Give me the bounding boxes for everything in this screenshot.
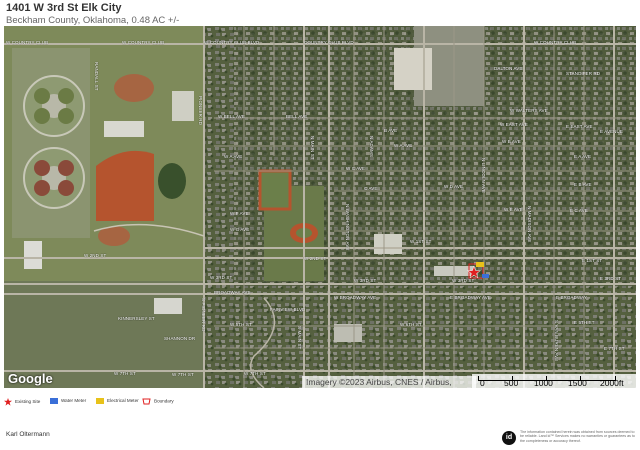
street-label: W COUNTRY CLUB [534,40,577,45]
street-label: W 7TH ST [172,372,194,377]
street-label: W BROADWAY AVE [334,295,377,300]
street-label: N MAIN ST [310,136,315,160]
circular-field-south [23,147,85,209]
scale-label: 1000 [534,378,553,388]
agent-name: Karl Oltermann [6,431,50,438]
street-label: W 2ND ST [304,256,327,261]
street-label: W 5TH ST [230,322,252,327]
satellite-map[interactable]: W COUNTRY CLUB W COUNTRY CLUB W COUNTRY … [4,26,636,388]
legend-label: Electrical Meter [107,398,139,404]
star-icon [4,398,12,406]
imagery-attribution: Imagery ©2023 Airbus, CNES / Airbus, [302,376,476,388]
street-label: W 3RD ST [354,278,377,283]
street-label: RANDALL ST [94,62,99,91]
street-label: W 7TH ST [244,371,266,376]
street-label: W 2ND ST [84,253,107,258]
street-label: W 6TH ST [400,322,422,327]
street-label: W BELL AVE [218,114,246,119]
street-label: W E AVE [504,207,523,212]
street-label: W A AVE [224,154,243,159]
street-label: N WASHINGTON AVE [345,204,350,251]
google-logo: Google [8,371,53,386]
street-label: SHANNON DR [164,336,196,341]
street-label: E 5TH ST [574,320,595,325]
street-label: E 3RD ST [600,276,622,281]
street-label: STANDIFER RD [566,71,601,76]
map-title: 1401 W 3rd St Elk City [6,2,122,14]
land-id-logo: id [502,431,516,445]
street-label: C AVE [364,186,378,191]
street-label: E BROADWAY [556,295,588,300]
street-label: B AVE [384,128,398,133]
street-label: FAIRVIEW BLVD [270,307,306,312]
street-label: E B AVE [574,182,592,187]
street-label: BELL AVE [286,114,308,119]
street-label: W G AVE [230,227,250,232]
legend-item-water-meter: Water Meter [50,398,86,404]
street-label: N ADAMS [369,136,374,157]
street-label: W C AVE [346,166,366,171]
street-label: W 3RD ST [210,275,233,280]
legend-label: Existing Site [15,399,41,405]
water-meter-icon [50,398,58,404]
scale-label: 0 [480,378,485,388]
street-label: DALTON AVE [494,66,523,71]
street-label: COUNTRY CLUB BLVD [304,40,354,45]
street-label: W A AVE [394,143,413,148]
street-label: N LINCOLN AVE [481,158,486,193]
street-label: W F AVE [230,211,249,216]
boundary-icon [142,398,151,405]
street-label: PIONEER RD [198,96,203,126]
legend-label: Water Meter [61,398,87,404]
street-label: W COUNTRY CLUB [122,40,165,45]
street-label: KINNERSLEY ST [118,316,155,321]
street-label: E EAST AVE [566,124,593,129]
legend-item-electrical-meter: Electrical Meter [96,398,139,404]
street-label: W WALTERS AVE [510,108,548,113]
street-label: E A AVE [574,154,592,159]
legend-item-existing-site: Existing Site [4,398,40,406]
legend-item-boundary: Boundary [142,398,174,405]
circular-field-north [23,75,85,137]
street-label: W B AVE [502,139,521,144]
scale-label: 1500 [568,378,587,388]
pond [158,163,186,199]
disclaimer-text: The information contained herein was obt… [520,430,635,443]
street-label: W 1ST ST [410,239,432,244]
street-label: S PIONEER RD [201,298,206,332]
map-header: 1401 W 3rd St Elk City Beckham County, O… [6,2,179,27]
street-label: BROADWAY AVE [214,290,251,295]
street-label: W 3RD ST [452,278,475,283]
street-label: S MAIN ST [297,326,302,350]
street-label: W 7TH ST [114,371,136,376]
scale-label: 2000ft [600,378,624,388]
street-label: S VAN BUREN AVE [554,320,559,362]
street-label: E C AVE [570,208,588,213]
scale-label: 500 [504,378,519,388]
street-label: E 7TH ST [604,346,625,351]
street-label: W COUNTRY CLUB [6,40,49,45]
clay-field [96,150,154,221]
street-label: E 1ST ST [582,258,603,263]
street-label: E BROADWAY AVE [450,295,491,300]
scale-bar: 0 500 1000 1500 2000ft [472,374,636,388]
street-label: W D AVE [444,184,464,189]
legend-label: Boundary [154,398,174,404]
street-label: E AVENUE [600,129,623,134]
street-label: W COUNTRY CLUB BLVD [204,40,260,45]
electric-meter-icon [96,398,104,404]
street-label: W EAST AVE [500,122,528,127]
street-label: N MADISON AVE [527,206,532,243]
